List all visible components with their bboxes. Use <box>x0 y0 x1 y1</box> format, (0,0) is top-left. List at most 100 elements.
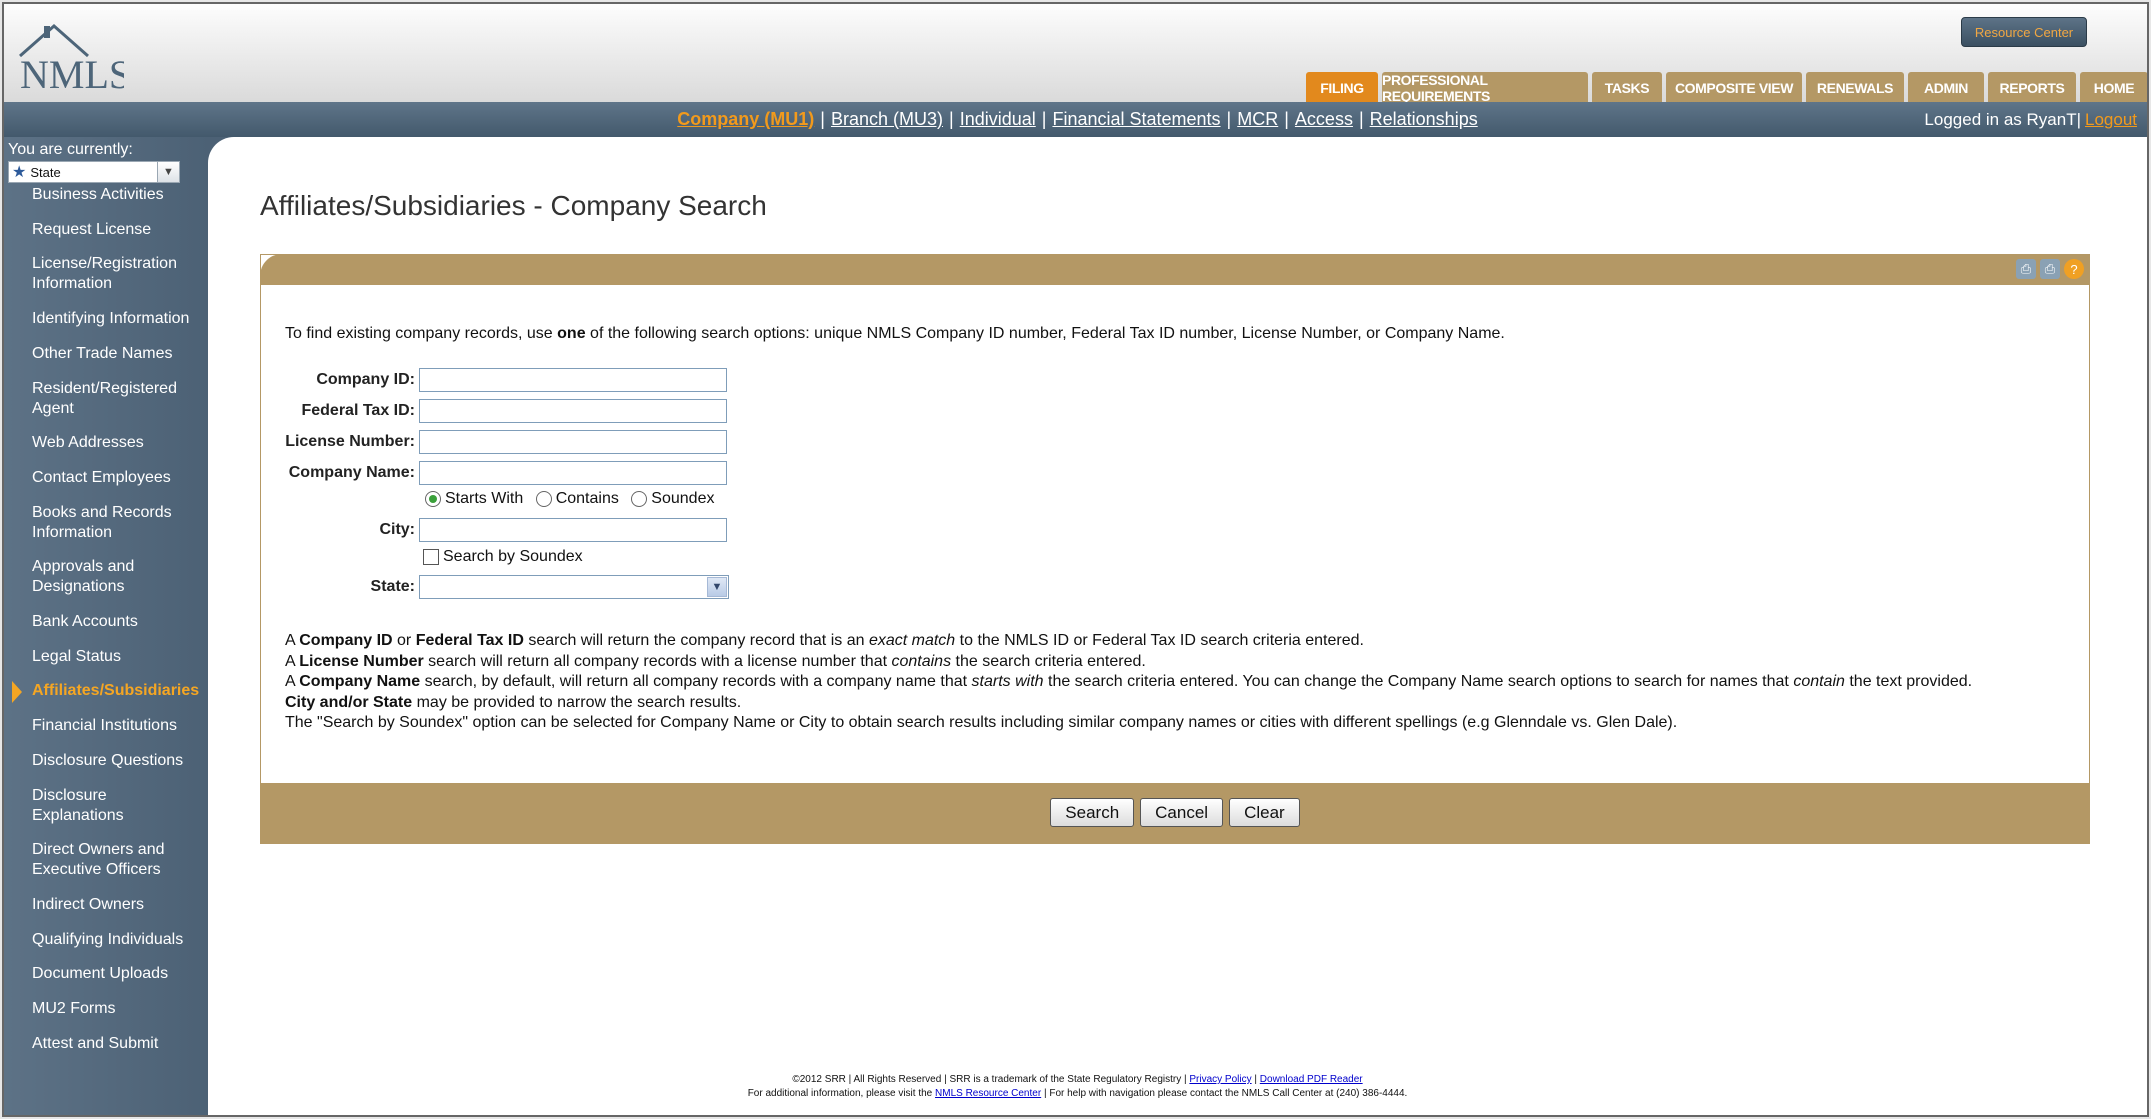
help-line-name: A Company Name search, by default, will … <box>285 672 1972 693</box>
search-button[interactable]: Search <box>1050 798 1135 827</box>
sidebar-item-other-trade-names[interactable]: Other Trade Names <box>4 344 208 364</box>
subnav-branch-mu3[interactable]: Branch (MU3) <box>831 109 943 130</box>
subnav-financial-statements[interactable]: Financial Statements <box>1052 109 1220 130</box>
clear-button[interactable]: Clear <box>1229 798 1300 827</box>
tab-renewals[interactable]: RENEWALS <box>1806 72 1904 103</box>
help-bold: Company Name <box>299 673 421 690</box>
company-name-field[interactable] <box>419 461 727 485</box>
app-window: NMLS Resource Center FILING PROFESSIONAL… <box>2 2 2149 1117</box>
company-id-field[interactable] <box>419 368 727 392</box>
sidebar-item-mu2-forms[interactable]: MU2 Forms <box>4 999 208 1019</box>
footer-text: For additional information, please visit… <box>747 1088 933 1099</box>
cancel-button[interactable]: Cancel <box>1140 798 1224 827</box>
help-line-soundex: The "Search by Soundex" option can be se… <box>285 714 1678 731</box>
sidebar-item-document-uploads[interactable]: Document Uploads <box>4 964 208 984</box>
tab-filing[interactable]: FILING <box>1306 72 1378 103</box>
sidebar-item-label: Business Activities <box>32 186 164 203</box>
state-row: State: ▼ <box>261 575 961 601</box>
help-icon[interactable]: ? <box>2064 259 2084 279</box>
subnav-access[interactable]: Access <box>1295 109 1353 130</box>
chevron-down-icon[interactable]: ▼ <box>707 577 727 597</box>
license-number-field[interactable] <box>419 430 727 454</box>
footer-line-1: ©2012 SRR | All Rights Reserved | SRR is… <box>4 1073 2147 1087</box>
radio-soundex[interactable]: Soundex <box>631 490 714 508</box>
sidebar-item-qualifying-individuals[interactable]: Qualifying Individuals <box>4 930 208 950</box>
action-buttons: Search Cancel Clear <box>260 798 2090 827</box>
help-text: the text provided. <box>1844 673 1973 690</box>
active-arrow-icon <box>12 681 22 704</box>
panel-toolbar: ⎙ ⎙ ? <box>2016 259 2084 279</box>
sidebar-item-label: License/Registration Information <box>32 255 177 293</box>
sidebar-item-request-license[interactable]: Request License <box>4 220 208 240</box>
star-icon: ★ <box>12 164 27 181</box>
sidebar-item-disclosure-questions[interactable]: Disclosure Questions <box>4 751 208 771</box>
help-text: may be provided to narrow the search res… <box>412 693 742 711</box>
subnav-relationships[interactable]: Relationships <box>1370 109 1478 130</box>
footer-separator: | <box>1254 1074 1258 1085</box>
tab-professional-requirements[interactable]: PROFESSIONAL REQUIREMENTS <box>1382 72 1588 104</box>
radio-starts-with[interactable]: Starts With <box>425 490 523 508</box>
help-text: A <box>285 632 300 649</box>
help-line-license: A License Number search will return all … <box>285 652 1972 673</box>
tab-admin[interactable]: ADMIN <box>1908 72 1984 103</box>
sidebar-item-resident-registered-agent[interactable]: Resident/Registered Agent <box>4 379 208 419</box>
tab-tasks[interactable]: TASKS <box>1592 72 1662 103</box>
role-select[interactable]: ★ State ▼ <box>8 161 180 183</box>
sidebar-item-identifying-information[interactable]: Identifying Information <box>4 309 208 329</box>
help-bold: License Number <box>299 652 424 670</box>
subnav-mcr[interactable]: MCR <box>1237 109 1278 130</box>
sidebar-item-bank-accounts[interactable]: Bank Accounts <box>4 612 208 632</box>
sidebar-item-affiliates-subsidiaries[interactable]: Affiliates/Subsidiaries <box>4 681 208 704</box>
chevron-down-icon[interactable]: ▼ <box>157 162 179 182</box>
privacy-policy-link[interactable]: Privacy Policy <box>1189 1074 1251 1085</box>
export-icon[interactable]: ⎙ <box>2016 259 2036 279</box>
sidebar-item-license-registration-information[interactable]: License/Registration Information <box>4 254 208 294</box>
subnav-company-mu1[interactable]: Company (MU1) <box>677 109 814 130</box>
sidebar-item-indirect-owners[interactable]: Indirect Owners <box>4 895 208 915</box>
help-italic: contain <box>1793 673 1845 690</box>
tab-home[interactable]: HOME <box>2080 72 2147 103</box>
federal-tax-id-label: Federal Tax ID: <box>301 402 415 419</box>
nmls-resource-center-link[interactable]: NMLS Resource Center <box>935 1088 1041 1099</box>
subnav-separator: | <box>1284 109 1289 129</box>
state-select[interactable]: ▼ <box>419 575 729 599</box>
footer-line-2: For additional information, please visit… <box>4 1087 2147 1101</box>
sidebar-item-contact-employees[interactable]: Contact Employees <box>4 468 208 488</box>
help-line-city-state: City and/or State may be provided to nar… <box>285 693 1972 714</box>
license-number-row: License Number: <box>261 430 961 456</box>
help-italic: contains <box>891 652 952 670</box>
tab-reports[interactable]: REPORTS <box>1988 72 2076 103</box>
subnav-separator: | <box>820 109 825 129</box>
subnav-individual[interactable]: Individual <box>960 109 1036 130</box>
sidebar-item-disclosure-explanations[interactable]: Disclosure Explanations <box>4 786 208 826</box>
tab-composite-view[interactable]: COMPOSITE VIEW <box>1666 72 1802 103</box>
federal-tax-id-field[interactable] <box>419 399 727 423</box>
sidebar-item-financial-institutions[interactable]: Financial Institutions <box>4 716 208 736</box>
sidebar-item-books-and-records-information[interactable]: Books and Records Information <box>4 503 208 543</box>
search-help-text: A Company ID or Federal Tax ID search wi… <box>285 631 1972 734</box>
city-field[interactable] <box>419 518 727 542</box>
sidebar-item-legal-status[interactable]: Legal Status <box>4 647 208 667</box>
print-icon[interactable]: ⎙ <box>2040 259 2060 279</box>
sidebar-item-web-addresses[interactable]: Web Addresses <box>4 433 208 453</box>
resource-center-button[interactable]: Resource Center <box>1961 17 2087 47</box>
logout-link[interactable]: Logout <box>2085 110 2137 130</box>
radio-selected-icon <box>425 491 441 507</box>
help-line-id: A Company ID or Federal Tax ID search wi… <box>285 631 1972 652</box>
help-text: the search criteria entered. <box>951 652 1146 670</box>
sidebar-item-business-activities[interactable]: Business Activities <box>4 185 208 205</box>
search-by-soundex-checkbox[interactable] <box>423 548 439 565</box>
subnav-separator: | <box>1226 109 1232 129</box>
sidebar-item-attest-and-submit[interactable]: Attest and Submit <box>4 1034 208 1054</box>
sidebar-item-direct-owners-and-executive-officers[interactable]: Direct Owners and Executive Officers <box>4 840 208 880</box>
download-pdf-reader-link[interactable]: Download PDF Reader <box>1260 1074 1363 1085</box>
radio-contains[interactable]: Contains <box>535 490 619 508</box>
radio-label: Contains <box>555 490 619 507</box>
intro-emphasis: one <box>557 325 586 342</box>
sidebar-item-approvals-and-designations[interactable]: Approvals and Designations <box>4 557 208 597</box>
help-text: search will return the company record th… <box>523 632 869 649</box>
help-text: search will return all company records w… <box>423 652 892 670</box>
city-label: City: <box>379 521 415 538</box>
help-bold: Company ID <box>299 632 393 649</box>
help-text: A <box>285 652 300 670</box>
